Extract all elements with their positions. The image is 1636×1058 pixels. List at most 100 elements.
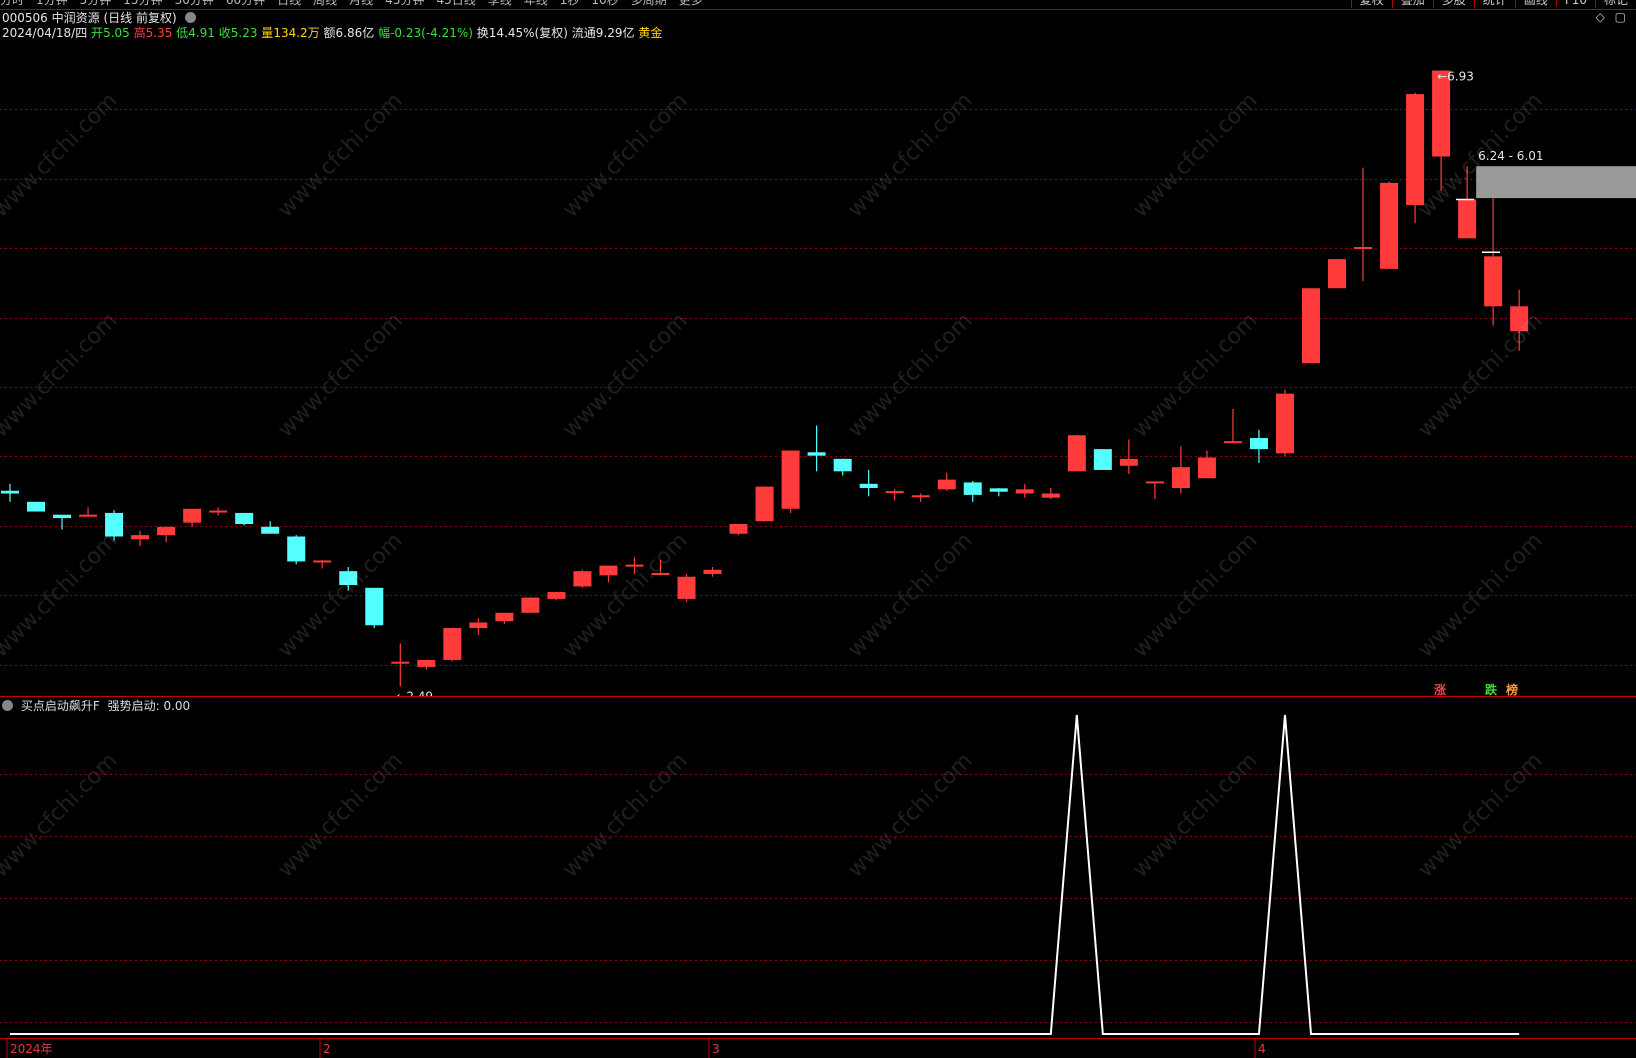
chevron-down-icon[interactable] — [184, 12, 196, 23]
axis-label: 2 — [323, 1042, 331, 1056]
toolbar-button[interactable]: F10 — [1555, 0, 1595, 7]
toolbar-button[interactable]: 统计 — [1473, 0, 1515, 8]
candle-body — [53, 514, 72, 519]
candlestick-chart[interactable]: 6.24 - 6.01 ←6.93 ←2.49 — [0, 40, 1636, 696]
candle-body — [1302, 288, 1320, 364]
menu-item[interactable]: 45日线 — [436, 0, 475, 7]
menu-item[interactable]: 月线 — [349, 0, 373, 7]
candle-body — [1, 490, 19, 494]
candle-body — [495, 612, 514, 622]
candle-body — [391, 661, 410, 664]
candle-body — [781, 450, 800, 509]
open-label: 开 — [91, 26, 104, 40]
candle-body — [963, 482, 982, 495]
menu-item[interactable]: 45分钟 — [385, 0, 424, 7]
candle-body — [79, 514, 98, 517]
candle-body — [1145, 481, 1164, 484]
candle-body — [157, 526, 176, 536]
menu-item[interactable]: 1分钟 — [36, 0, 68, 7]
candle-body — [1015, 489, 1034, 494]
menu-item[interactable]: 更多 — [679, 0, 703, 7]
candle-body — [547, 591, 566, 599]
menu-item[interactable]: 年线 — [524, 0, 548, 7]
candle-body — [833, 458, 852, 472]
amount-label: 额 — [323, 26, 336, 40]
indicator-name[interactable]: 买点启动飙升F — [21, 699, 100, 713]
candle-body — [443, 628, 462, 660]
candle-body — [1171, 467, 1190, 488]
candle-body — [885, 491, 904, 494]
candle-body — [131, 535, 150, 540]
volume-label: 量 — [261, 26, 274, 40]
window-controls: ◇ ▢ — [1596, 10, 1626, 24]
toolbar-button[interactable]: 画线 — [1514, 0, 1556, 8]
menu-item[interactable]: 日线 — [277, 0, 301, 7]
indicator-line-label: 强势启动: — [107, 699, 160, 713]
menu-item[interactable]: 季线 — [488, 0, 512, 7]
candle-body — [729, 524, 748, 534]
candle-body — [599, 565, 618, 576]
candle-body — [313, 560, 332, 563]
candle-body — [235, 512, 254, 525]
toolbar-button[interactable]: 标记 — [1594, 0, 1636, 8]
float-value: 流通9.29亿 — [571, 26, 635, 40]
candle-body — [937, 479, 956, 490]
candle-body — [573, 571, 592, 587]
bar-date: 2024/04/18/四 — [2, 26, 88, 40]
stock-name[interactable]: 中润资源 — [52, 11, 100, 25]
menu-item[interactable]: 5分钟 — [80, 0, 112, 7]
close-value: 5.23 — [230, 26, 258, 40]
menu-item[interactable]: 60分钟 — [226, 0, 265, 7]
candle-body — [339, 571, 358, 586]
chart-mode[interactable]: (日线 前复权) — [103, 11, 176, 25]
candle-body — [209, 510, 228, 513]
chevron-down-icon[interactable] — [2, 700, 13, 711]
candle-body — [261, 526, 280, 534]
menu-item[interactable]: 15分钟 — [123, 0, 162, 7]
candle-body — [651, 572, 670, 575]
candle-body — [183, 508, 202, 523]
menu-item[interactable]: 周线 — [313, 0, 337, 7]
candle-body — [1406, 94, 1425, 206]
toolbar-right: 复权 叠加 多股 统计 画线 F10 标记 — [1350, 0, 1636, 8]
toolbar-button[interactable]: 叠加 — [1391, 0, 1433, 8]
candle-body — [1119, 458, 1138, 466]
candle-body — [911, 495, 930, 498]
candle-body — [1328, 259, 1347, 289]
diamond-icon[interactable]: ◇ — [1596, 10, 1605, 24]
restore-icon[interactable]: ▢ — [1615, 10, 1626, 24]
menu-item[interactable]: 30分钟 — [175, 0, 214, 7]
indicator-chart[interactable] — [0, 712, 1636, 1038]
toolbar-button[interactable]: 多股 — [1432, 0, 1474, 8]
turnover-value: 换14.45%(复权) — [476, 26, 568, 40]
candle-body — [703, 569, 722, 574]
time-axis: 2024年 2 3 4 — [6, 1039, 1266, 1058]
candle-body — [1484, 256, 1503, 307]
menu-item[interactable]: 1秒 — [560, 0, 580, 7]
candle-body — [1197, 457, 1216, 479]
sector-value[interactable]: 黄金 — [638, 26, 662, 40]
candle-body — [807, 452, 826, 456]
menu-item[interactable]: 10秒 — [591, 0, 618, 7]
menu-item[interactable]: 分时 — [0, 0, 24, 7]
candle-body — [677, 576, 696, 599]
candle-body — [1510, 306, 1529, 332]
candle-body — [989, 488, 1008, 492]
candle-body — [1458, 199, 1477, 239]
menu-item[interactable]: 多周期 — [631, 0, 667, 7]
candle-body — [1275, 393, 1294, 454]
candle-body — [105, 512, 124, 537]
candle-body — [1093, 449, 1112, 470]
change-label: 幅 — [378, 26, 391, 40]
toolbar-button[interactable]: 复权 — [1350, 0, 1392, 8]
top-menu-bar: 分时 1分钟 5分钟 15分钟 30分钟 60分钟 日线 周线 月线 45分钟 45日线 季线 年线 1秒… — [0, 0, 1636, 10]
candle-body — [1041, 493, 1060, 498]
candle-body — [625, 564, 644, 567]
amount-value: 6.86亿 — [335, 26, 375, 40]
volume-value: 134.2万 — [273, 26, 320, 40]
candle-body — [287, 536, 306, 562]
open-value: 5.05 — [103, 26, 130, 40]
high-marker: ←6.93 — [1437, 70, 1474, 84]
info-bar: 2024/04/18/四 开5.05 高5.35 低4.91 收5.23 量13… — [2, 24, 662, 41]
high-value: 5.35 — [145, 26, 173, 40]
